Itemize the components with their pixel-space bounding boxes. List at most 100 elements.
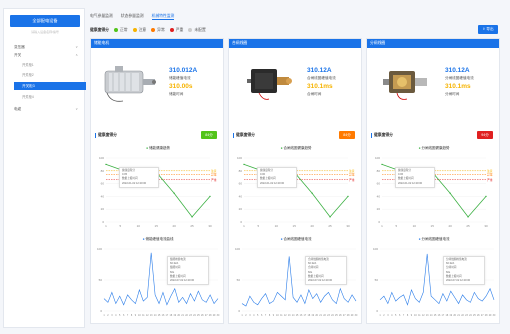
sidebar-item-cabinet-4[interactable]: 开关柜4 bbox=[22, 93, 84, 101]
health-score-row: 健康度得分 84分 bbox=[233, 131, 359, 141]
peak-current-value: 310.12A bbox=[307, 67, 332, 74]
x-tick-label: 30 bbox=[208, 224, 212, 228]
x-tick-label: 11 bbox=[418, 314, 421, 317]
device-photo bbox=[101, 57, 159, 107]
y-tick-label: 100 bbox=[373, 247, 378, 251]
health-trend-chart[interactable]: 0204060801001 5 10 15 20 25 30注意异常严重 bbox=[230, 152, 362, 234]
chevron-down-icon: ∨ bbox=[75, 45, 78, 49]
x-tick-label: 28 bbox=[209, 314, 212, 317]
tab-bar: 电气参量监测 状态参量监测 机械特性监测 bbox=[90, 12, 175, 20]
y-tick-label: 80 bbox=[101, 169, 105, 173]
x-tick-label: 25 bbox=[473, 314, 476, 317]
gray-dot-icon bbox=[188, 28, 193, 32]
x-tick-label: 7 bbox=[127, 314, 129, 317]
sidebar-item-cabinet-2[interactable]: 开关柜2 bbox=[22, 71, 84, 79]
x-tick-label: 30 bbox=[217, 314, 220, 317]
sidebar-search-hint[interactable]: 请输入设备名称/编号 bbox=[12, 30, 78, 34]
y-tick-label: 80 bbox=[377, 169, 381, 173]
tooltip-line: 2022-07-02 12:20:00 bbox=[308, 279, 333, 283]
export-button[interactable]: ⇪ 导出 bbox=[478, 25, 498, 34]
x-tick-label: 9 bbox=[135, 314, 137, 317]
x-tick-label: 25 bbox=[466, 224, 470, 228]
x-tick-label: 21 bbox=[457, 314, 460, 317]
legend-label: 正常 bbox=[119, 27, 128, 32]
y-tick-label: 0 bbox=[378, 220, 380, 224]
sidebar-item-label: 开关柜1 bbox=[22, 63, 34, 67]
x-tick-label: 28 bbox=[485, 314, 488, 317]
health-trend-chart[interactable]: 0204060801001 5 10 15 20 25 30注意异常严重 bbox=[368, 152, 500, 234]
sidebar-title[interactable]: 全部配电设备 bbox=[10, 15, 80, 27]
health-trend-chart[interactable]: 0204060801001 5 10 15 20 25 30注意异常严重 bbox=[92, 152, 224, 234]
x-tick-label: 1 bbox=[381, 224, 383, 228]
x-tick-label: 23 bbox=[189, 314, 192, 317]
threshold-label: 异常 bbox=[349, 173, 355, 177]
green-dot-icon bbox=[113, 28, 118, 32]
x-tick-label: 15 bbox=[296, 314, 299, 317]
x-tick-label: 24 bbox=[331, 314, 334, 317]
x-tick-label: 30 bbox=[484, 224, 488, 228]
x-tick-label: 12 bbox=[146, 314, 149, 317]
current-tooltip: 合闸线圈峰值电流 60.32A 合闸时间 60s 数据上报时间 2022-07-… bbox=[305, 256, 347, 286]
x-tick-label: 7 bbox=[403, 314, 405, 317]
y-tick-label: 50 bbox=[237, 278, 241, 282]
x-tick-label: 25 bbox=[197, 314, 200, 317]
y-tick-label: 100 bbox=[375, 156, 380, 160]
x-tick-label: 17 bbox=[166, 314, 169, 317]
y-tick-label: 60 bbox=[377, 182, 381, 186]
sidebar-item-label: 开关柜4 bbox=[22, 95, 34, 99]
sidebar-item-cable[interactable]: 电缆 ∨ bbox=[14, 105, 82, 113]
device-panel-closing-coil: 合闸线圈 310.12A 合闸线圈峰值电流 310.1ms 合闸时间 健康度得分… bbox=[228, 38, 362, 324]
health-score-badge: 94分 bbox=[477, 131, 493, 139]
health-score-label: 健康度得分 bbox=[95, 133, 117, 138]
tooltip-line: 2022-01-02 12:20:00 bbox=[260, 181, 285, 185]
x-tick-label: 20 bbox=[177, 314, 180, 317]
x-tick-label: 14 bbox=[292, 314, 295, 317]
y-tick-label: 0 bbox=[376, 309, 378, 313]
x-tick-label: 4 bbox=[115, 314, 117, 317]
trend-point bbox=[173, 192, 175, 194]
x-tick-label: 28 bbox=[347, 314, 350, 317]
x-tick-label: 6 bbox=[261, 314, 263, 317]
trend-title-text: 合闸线圈健康趋势 bbox=[283, 146, 312, 150]
y-tick-label: 100 bbox=[235, 247, 240, 251]
action-time-value: 310.00s bbox=[169, 83, 193, 90]
trend-tooltip: 健康度得分 0.06 数据上报时间 2022-01-02 12:20:00 bbox=[395, 167, 435, 188]
chevron-down-icon: ∨ bbox=[75, 107, 78, 111]
tab-mechanical[interactable]: 机械特性监测 bbox=[151, 12, 175, 20]
legend-item-severe: 严重 bbox=[169, 27, 184, 33]
legend-item-abnormal: 异常 bbox=[151, 28, 165, 33]
x-tick-label: 2 bbox=[107, 314, 109, 317]
x-tick-label: 15 bbox=[434, 314, 437, 317]
sidebar-item-transformer[interactable]: 变压器 ∨ bbox=[14, 43, 82, 51]
x-tick-label: 2 bbox=[383, 314, 385, 317]
tab-state[interactable]: 状态参量监测 bbox=[121, 12, 144, 20]
x-tick-label: 26 bbox=[477, 314, 480, 317]
health-score-label: 健康度得分 bbox=[233, 133, 255, 138]
sidebar-item-switch[interactable]: 开关 ∧ bbox=[14, 51, 82, 59]
x-tick-label: 13 bbox=[288, 314, 291, 317]
legend-label: 注意 bbox=[138, 27, 147, 32]
x-tick-label: 25 bbox=[328, 224, 332, 228]
tab-electrical[interactable]: 电气参量监测 bbox=[90, 12, 113, 20]
x-tick-label: 30 bbox=[493, 314, 496, 317]
x-tick-label: 25 bbox=[335, 314, 338, 317]
x-tick-label: 14 bbox=[154, 314, 157, 317]
sidebar-item-cabinet-1[interactable]: 开关柜1 bbox=[22, 61, 84, 69]
y-tick-label: 100 bbox=[99, 156, 104, 160]
trend-point bbox=[347, 195, 349, 198]
legend-label: 严重 bbox=[175, 27, 184, 32]
sidebar-item-label: 变压器 bbox=[14, 45, 25, 49]
x-tick-label: 12 bbox=[422, 314, 425, 317]
y-tick-label: 40 bbox=[239, 194, 243, 198]
sidebar-item-cabinet-3[interactable]: 开关柜3 bbox=[14, 82, 86, 90]
x-tick-label: 6 bbox=[123, 314, 125, 317]
legend-label: 异常 bbox=[157, 27, 165, 32]
x-tick-label: 18 bbox=[445, 314, 448, 317]
x-tick-label: 20 bbox=[310, 224, 314, 228]
threshold-label: 异常 bbox=[211, 173, 217, 177]
x-tick-label: 21 bbox=[181, 314, 184, 317]
x-tick-label: 29 bbox=[213, 314, 216, 317]
trend-point bbox=[105, 163, 107, 166]
x-tick-label: 5 bbox=[119, 314, 121, 317]
app-root: 全部配电设备 请输入设备名称/编号 变压器 ∨ 开关 ∧ 开关柜1 开关柜2 开… bbox=[0, 0, 510, 334]
